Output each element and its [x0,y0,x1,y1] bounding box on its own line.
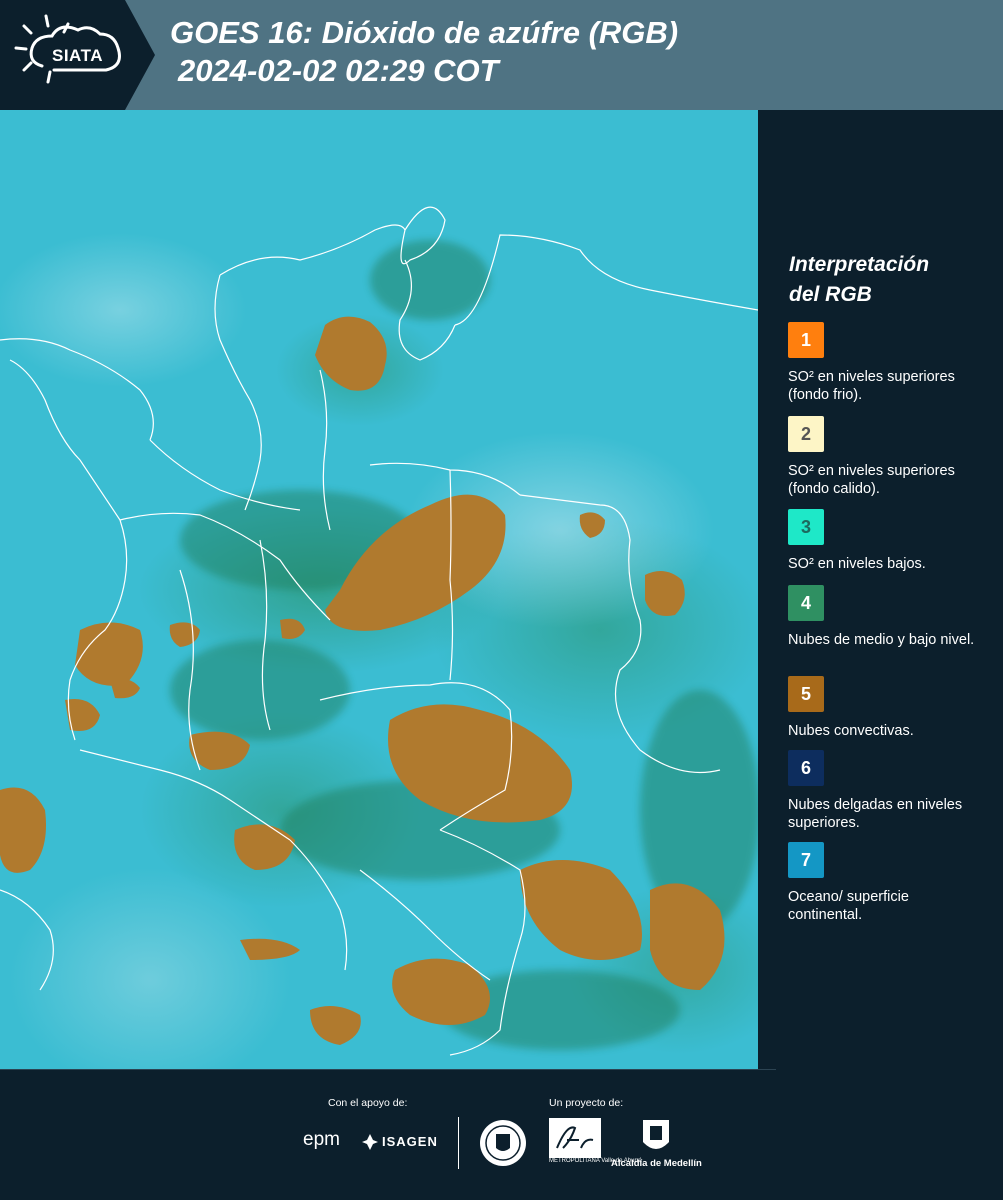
footer-divider-line [0,1069,776,1070]
area-metropolitana-logo-icon [549,1118,601,1158]
legend-label-2: SO² en niveles superiores (fondo calido)… [788,463,955,497]
logo-text: SIATA [52,46,103,65]
alcaldia-label: Alcaldía de Medellín [611,1158,702,1169]
header-bar: SIATA GOES 16: Dióxido de azúfre (RGB) 2… [0,0,1003,110]
title-line-1: GOES 16: Dióxido de azúfre (RGB) [170,15,679,50]
legend-swatch-1: 1 [788,322,824,358]
isagen-icon [362,1134,378,1150]
legend-item-1: 1 SO² en niveles superiores (fondo frio)… [788,322,978,404]
legend-item-7: 7 Oceano/ superficie continental. [788,842,978,924]
convective-clouds [0,316,725,1045]
legend-item-5: 5 Nubes convectivas. [788,676,978,740]
map-overlay [0,206,758,1056]
alcaldia-shield-icon [643,1120,669,1149]
legend-label-4: Nubes de medio y bajo nivel. [788,632,975,648]
epm-logo: epm [303,1129,340,1150]
legend-item-3: 3 SO² en niveles bajos. [788,509,978,573]
legend-swatch-6: 6 [788,750,824,786]
satellite-map [0,110,758,1070]
legend-title-line-2: del RGB [789,283,872,306]
legend-label-6: Nubes delgadas en niveles superiores. [788,797,963,831]
legend-swatch-7: 7 [788,842,824,878]
legend-swatch-4: 4 [788,585,824,621]
legend-swatch-2: 2 [788,416,824,452]
legend-item-2: 2 SO² en niveles superiores (fondo calid… [788,416,978,498]
medellin-seal-icon [480,1120,526,1166]
page-title: GOES 16: Dióxido de azúfre (RGB) 2024-02… [170,14,678,90]
support-label: Con el apoyo de: [328,1097,408,1109]
legend-label-5: Nubes convectivas. [788,723,914,739]
isagen-logo: ISAGEN [382,1134,438,1149]
title-line-2: 2024-02-02 02:29 COT [178,53,499,88]
legend-item-6: 6 Nubes delgadas en niveles superiores. [788,750,978,832]
footer-vertical-divider [458,1117,459,1169]
legend-swatch-5: 5 [788,676,824,712]
legend-title: Interpretación del RGB [789,250,929,310]
legend-item-4: 4 Nubes de medio y bajo nivel. [788,585,978,649]
project-label: Un proyecto de: [549,1097,624,1109]
legend-swatch-3: 3 [788,509,824,545]
legend-label-3: SO² en niveles bajos. [788,556,926,572]
legend-label-7: Oceano/ superficie continental. [788,889,909,923]
legend-title-line-1: Interpretación [789,253,930,276]
siata-logo: SIATA [0,0,155,110]
legend-label-1: SO² en niveles superiores (fondo frio). [788,369,955,403]
